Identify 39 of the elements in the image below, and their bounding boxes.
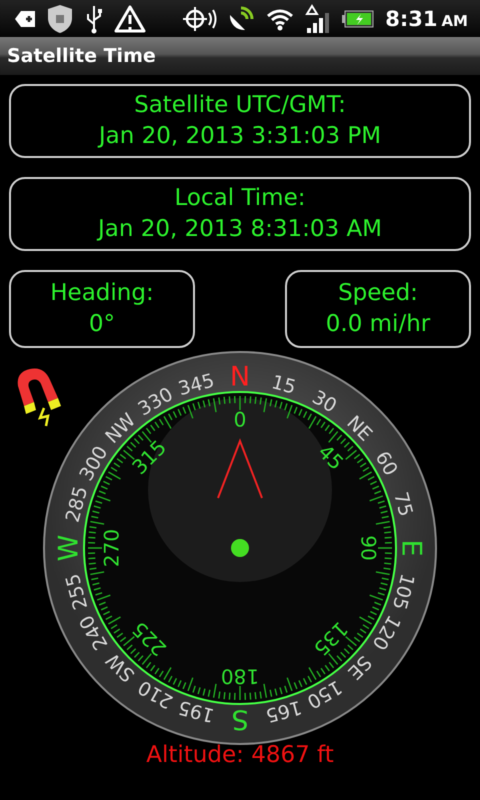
usb-icon	[84, 4, 104, 34]
bearing-label: 15	[269, 371, 298, 399]
bearing-label: N	[230, 361, 250, 392]
panel-value: Jan 20, 2013 3:31:03 PM	[98, 122, 382, 151]
readout-label: Heading:	[50, 279, 154, 308]
bearing-label: 345	[176, 370, 217, 400]
bearing-label: 285	[62, 484, 92, 525]
bearing-label: W	[53, 534, 84, 562]
panel-value: Jan 20, 2013 8:31:03 AM	[98, 215, 382, 244]
bearing-label: 75	[389, 490, 417, 519]
bearing-label: 195	[176, 696, 217, 726]
degree-label: 270	[99, 528, 124, 568]
bearing-label: 105	[388, 571, 418, 612]
back-tag-icon	[14, 10, 36, 28]
degree-label: 0	[234, 407, 246, 432]
panel-label: Satellite UTC/GMT:	[134, 91, 346, 120]
bearing-label: E	[396, 539, 427, 557]
bearing-label: 255	[62, 571, 92, 612]
battery-charging-icon	[341, 8, 376, 28]
readout-value: 0.0 mi/hr	[326, 310, 430, 339]
altitude-text: Altitude: 4867 ft	[146, 742, 334, 768]
app-title: Satellite Time	[7, 45, 156, 67]
readout-value: 0°	[88, 310, 116, 339]
bearing-label: 165	[263, 696, 304, 726]
bearing-label: 150	[303, 676, 346, 713]
panel-label: Local Time:	[174, 184, 306, 213]
shield-icon	[46, 4, 74, 34]
satellite-dish-icon	[227, 4, 256, 32]
bearing-label: S	[231, 704, 249, 735]
degree-label: 90	[356, 535, 381, 561]
bearing-label: 30	[308, 386, 340, 418]
center-dot	[231, 539, 249, 557]
signal-icon	[305, 4, 332, 34]
status-time: 8:31 AM	[385, 6, 468, 30]
needle-icon	[217, 438, 263, 498]
warning-icon	[114, 4, 146, 32]
readout-label: Speed:	[338, 279, 418, 308]
bearing-label: 60	[370, 448, 402, 480]
degree-label: 180	[220, 664, 260, 689]
